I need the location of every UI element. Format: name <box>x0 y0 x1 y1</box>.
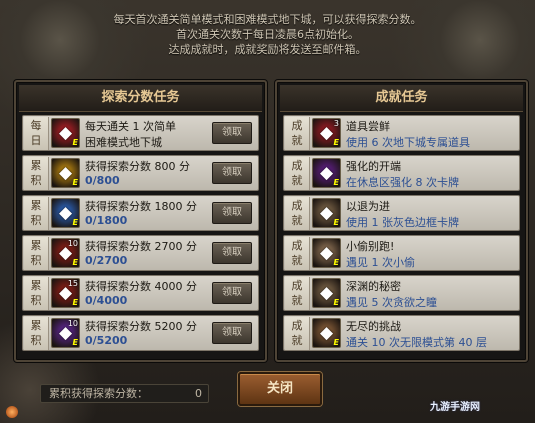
claim-button[interactable]: 领取 <box>212 162 252 184</box>
grade-mark: E <box>72 298 78 307</box>
notice-line: 每天首次通关简单模式和困难模式地下城，可以获得探索分数。 <box>113 13 422 26</box>
grade-mark: E <box>72 218 78 227</box>
explore-task-detail: 0/5200 <box>85 334 128 347</box>
item-level: 10 <box>67 239 78 248</box>
achievement-task-detail: 使用 6 次地下城专属道具 <box>346 136 470 149</box>
total-score-label: 累积获得探索分数： <box>49 387 148 400</box>
achievement-task-detail: 遇见 1 次小偷 <box>346 256 415 269</box>
achievement-task-category: 成就 <box>285 117 310 150</box>
achievement-task-detail: 使用 1 张灰色边框卡牌 <box>346 216 459 229</box>
achievement-task-row: 成就 ◆ E 小偷别跑! 遇见 1 次小偷 <box>283 235 520 271</box>
red-scroll-icon: ◆ 10 E <box>51 238 80 268</box>
explore-task-detail: 困难模式地下城 <box>85 136 162 149</box>
purple-scroll-icon: ◆ 10 E <box>51 318 80 348</box>
explore-task-row: 累积 ◆ 15 E 获得探索分数 4000 分 0/4000 领取 <box>22 275 259 311</box>
red-box-icon: ◆ 3 E <box>312 118 341 148</box>
claim-button[interactable]: 领取 <box>212 322 252 344</box>
blue-armor-icon: ◆ E <box>51 198 80 228</box>
grade-mark: E <box>72 178 78 187</box>
dungeon-axe-icon: ◆ E <box>51 118 80 148</box>
achievement-task-row: 成就 ◆ E 无尽的挑战通关 10 次无限模式第 40 层 <box>283 315 520 351</box>
achievement-task-name: 无尽的挑战 <box>346 320 401 333</box>
explore-task-detail: 0/4000 <box>85 294 128 307</box>
scroll-card-icon: ◆ E <box>312 238 341 268</box>
explore-task-name: 获得探索分数 2700 分 <box>85 240 197 253</box>
explore-task-row: 累积 ◆ E 获得探索分数 1800 分 0/1800 领取 <box>22 195 259 231</box>
explore-task-name: 获得探索分数 800 分 <box>85 160 190 173</box>
achievement-task-row: 成就 ◆ 3 E 道具尝鲜 使用 6 次地下城专属道具 <box>283 115 520 151</box>
scroll-card-icon: ◆ E <box>312 198 341 228</box>
explore-panel-title: 探索分数任务 <box>19 85 262 112</box>
grade-mark: E <box>72 258 78 267</box>
notice-line: 首次通关次数于每日凌晨6点初始化。 <box>176 28 359 41</box>
explore-task-row: 累积 ◆ 10 E 获得探索分数 2700 分 0/2700 领取 <box>22 235 259 271</box>
explore-task-category: 每日 <box>24 117 49 150</box>
grade-mark: E <box>333 298 339 307</box>
claim-button[interactable]: 领取 <box>212 242 252 264</box>
explore-task-row: 累积 ◆ 10 E 获得探索分数 5200 分 0/5200 领取 <box>22 315 259 351</box>
grade-mark: E <box>72 138 78 147</box>
purple-orb-icon: ◆ E <box>312 158 341 188</box>
achievement-panel-title: 成就任务 <box>280 85 523 112</box>
grade-mark: E <box>333 218 339 227</box>
explore-task-category: 累积 <box>24 157 49 190</box>
achievement-task-detail: 在休息区强化 8 次卡牌 <box>346 176 459 189</box>
achievement-task-category: 成就 <box>285 277 310 310</box>
red-scroll-icon: ◆ 15 E <box>51 278 80 308</box>
explore-task-category: 累积 <box>24 277 49 310</box>
achievement-task-name: 强化的开端 <box>346 160 401 173</box>
grade-mark: E <box>333 178 339 187</box>
achievement-task-detail: 通关 10 次无限模式第 40 层 <box>346 336 487 349</box>
claim-button[interactable]: 领取 <box>212 122 252 144</box>
explore-task-detail: 0/1800 <box>85 214 128 227</box>
gold-armor-icon: ◆ E <box>51 158 80 188</box>
scroll-card-icon: ◆ E <box>312 278 341 308</box>
achievement-task-category: 成就 <box>285 197 310 230</box>
grade-mark: E <box>333 138 339 147</box>
item-level: 15 <box>67 279 78 288</box>
explore-task-name: 获得探索分数 5200 分 <box>85 320 197 333</box>
scroll-card-icon: ◆ E <box>312 318 341 348</box>
claim-button[interactable]: 领取 <box>212 202 252 224</box>
achievement-task-name: 深渊的秘密 <box>346 280 401 293</box>
achievement-task-name: 小偷别跑! <box>346 240 395 253</box>
explore-task-row: 每日 ◆ E 每天通关 1 次简单 困难模式地下城 领取 <box>22 115 259 151</box>
grade-mark: E <box>333 258 339 267</box>
explore-task-category: 累积 <box>24 197 49 230</box>
close-button[interactable]: 关闭 <box>238 372 322 406</box>
grade-mark: E <box>333 338 339 347</box>
explore-task-name: 获得探索分数 1800 分 <box>85 200 197 213</box>
grade-mark: E <box>72 338 78 347</box>
achievement-task-category: 成就 <box>285 237 310 270</box>
achievement-task-name: 以退为进 <box>346 200 390 213</box>
explore-task-name: 每天通关 1 次简单 <box>85 120 176 133</box>
achievement-task-row: 成就 ◆ E 强化的开端在休息区强化 8 次卡牌 <box>283 155 520 191</box>
total-score-field: 累积获得探索分数： 0 <box>40 384 209 403</box>
notice-line: 达成成就时，成就奖励将发送至邮件箱。 <box>168 43 367 56</box>
achievement-task-row: 成就 ◆ E 以退为进使用 1 张灰色边框卡牌 <box>283 195 520 231</box>
total-score-value: 0 <box>195 387 202 400</box>
achievement-task-name: 道具尝鲜 <box>346 120 390 133</box>
achievement-task-category: 成就 <box>285 317 310 350</box>
explore-task-category: 累积 <box>24 317 49 350</box>
item-level: 3 <box>333 119 339 128</box>
explore-task-name: 获得探索分数 4000 分 <box>85 280 197 293</box>
achievement-task-detail: 遇见 5 次贪欲之瞳 <box>346 296 437 309</box>
explore-task-detail: 0/2700 <box>85 254 128 267</box>
item-level: 10 <box>67 319 78 328</box>
corner-gem-icon <box>6 406 18 418</box>
explore-task-category: 累积 <box>24 237 49 270</box>
achievement-task-row: 成就 ◆ E 深渊的秘密遇见 5 次贪欲之瞳 <box>283 275 520 311</box>
notice-text: 每天首次通关简单模式和困难模式地下城，可以获得探索分数。 首次通关次数于每日凌晨… <box>0 12 535 57</box>
claim-button[interactable]: 领取 <box>212 282 252 304</box>
achievement-task-panel: 成就任务 成就 ◆ 3 E 道具尝鲜 使用 6 次地下城专属道具成就 ◆ E 强化的开端 在休息区… <box>275 80 528 362</box>
explore-task-detail: 0/800 <box>85 174 120 187</box>
explore-task-panel: 探索分数任务 每日 ◆ E 每天通关 1 次简单 困难模式地下城 领取累积 ◆ E 获得探索分数… <box>14 80 267 362</box>
achievement-task-category: 成就 <box>285 157 310 190</box>
explore-task-row: 累积 ◆ E 获得探索分数 800 分 0/800 领取 <box>22 155 259 191</box>
watermark: 九游手游网 <box>430 402 480 413</box>
